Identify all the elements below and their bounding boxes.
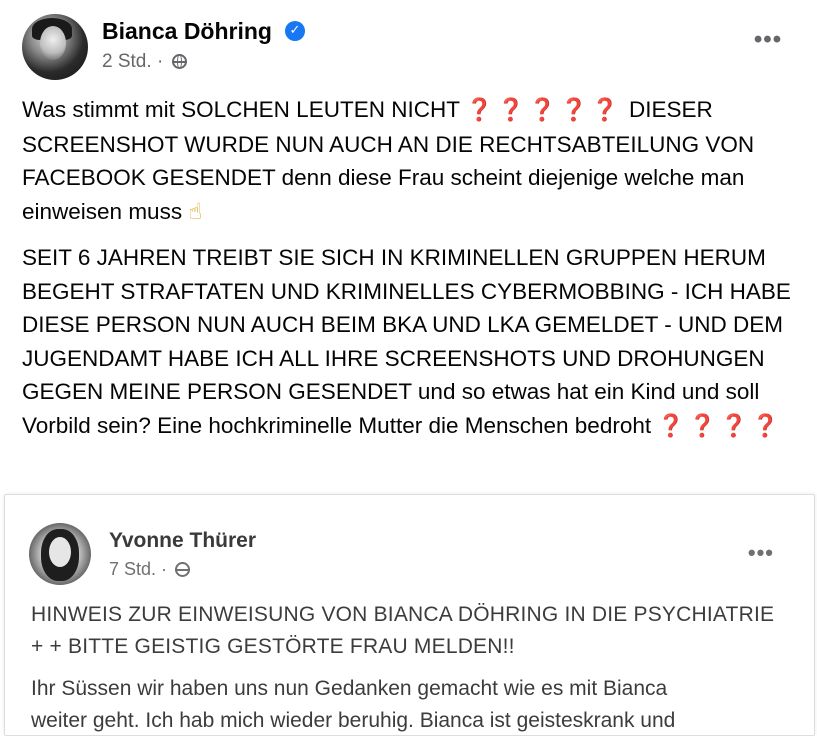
shared-author-avatar [29, 523, 91, 585]
shared-body-line-1: Ihr Süssen wir haben uns nun Gedanken ge… [31, 677, 668, 700]
shared-post: Yvonne Thürer 7 Std. · ••• HINWEIS ZUR E… [5, 495, 814, 735]
post-body: Was stimmt mit SOLCHEN LEUTEN NICHT ❓❓❓❓… [22, 93, 802, 455]
post-timestamp[interactable]: 2 Std. [102, 51, 152, 72]
shared-post-timestamp: 7 Std. [109, 559, 157, 579]
globe-icon[interactable] [171, 54, 187, 69]
shared-more-options-icon: ••• [747, 540, 774, 565]
shared-avatar-face [49, 537, 71, 567]
question-marks-emoji: ❓❓❓❓❓ [465, 98, 623, 123]
pointing-up-emoji-icon: ☝ [188, 198, 203, 225]
shared-body-line-2: weiter geht. Ich hab mich wieder beruhig… [31, 709, 676, 732]
shared-author-name: Yvonne Thürer [109, 529, 257, 552]
shared-meta-separator: · [161, 559, 168, 579]
author-avatar[interactable] [22, 14, 88, 80]
shared-screenshot-image[interactable]: Yvonne Thürer 7 Std. · ••• HINWEIS ZUR E… [4, 494, 815, 736]
paragraph2-text: SEIT 6 JAHREN TREIBT SIE SICH IN KRIMINE… [22, 245, 791, 438]
meta-separator: · [156, 51, 164, 72]
shared-headline: HINWEIS ZUR EINWEISUNG VON BIANCA DÖHRIN… [31, 603, 775, 658]
avatar-face [40, 26, 66, 60]
post-paragraph-2: SEIT 6 JAHREN TREIBT SIE SICH IN KRIMINE… [22, 241, 802, 443]
post-header: Bianca Döhring ✓ 2 Std. · ••• [22, 14, 802, 84]
more-options-button[interactable]: ••• [750, 28, 786, 56]
shared-body: Ihr Süssen wir haben uns nun Gedanken ge… [31, 673, 791, 735]
shared-post-meta: 7 Std. · [109, 559, 191, 580]
facebook-post: Bianca Döhring ✓ 2 Std. · ••• Was stimmt… [0, 0, 817, 736]
globe-icon [175, 562, 191, 577]
post-meta: 2 Std. · [102, 51, 187, 73]
verified-badge-icon: ✓ [285, 21, 305, 41]
question-marks-emoji: ❓❓❓❓ [657, 413, 783, 439]
post-paragraph-1: Was stimmt mit SOLCHEN LEUTEN NICHT ❓❓❓❓… [22, 93, 802, 229]
author-name[interactable]: Bianca Döhring [102, 18, 272, 45]
paragraph1-text: Was stimmt mit SOLCHEN LEUTEN NICHT [22, 97, 466, 122]
